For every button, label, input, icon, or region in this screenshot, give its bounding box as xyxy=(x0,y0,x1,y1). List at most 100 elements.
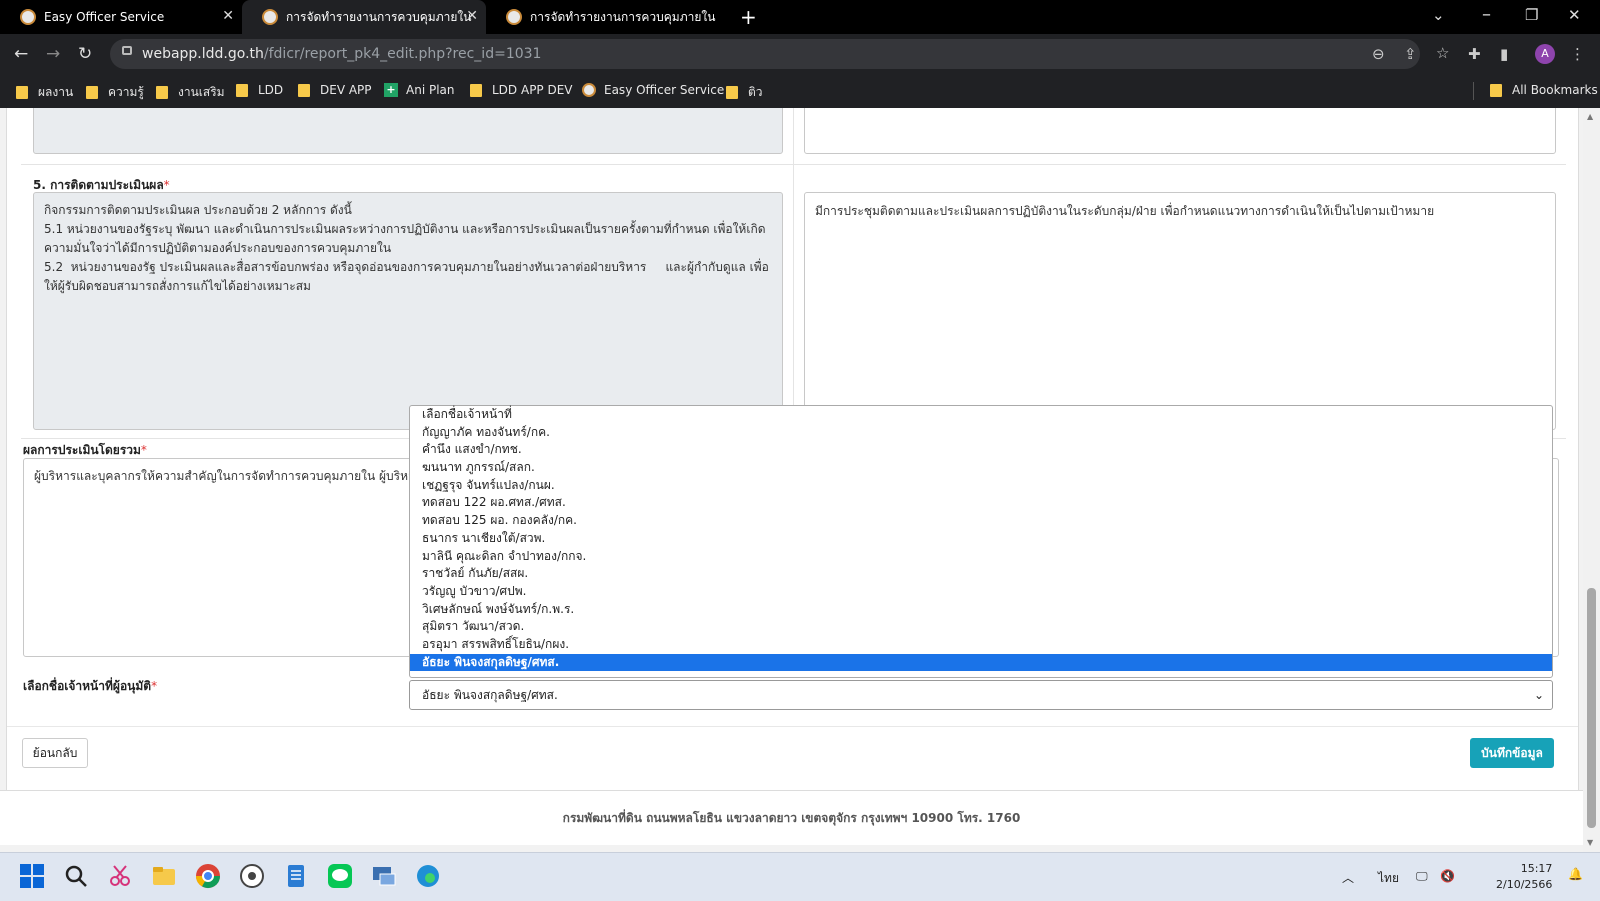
notifications-bell-icon[interactable]: 🔔 xyxy=(1568,867,1583,881)
approver-select[interactable]: อัธยะ พินจงสกุลดิษฐ/ศทส. ⌄ xyxy=(409,680,1553,710)
section5-left-textarea: กิจกรรมการติดตามประเมินผล ประกอบด้วย 2 ห… xyxy=(33,192,783,430)
line-app-icon[interactable] xyxy=(326,862,354,890)
back-button[interactable]: ย้อนกลับ xyxy=(22,738,88,768)
bookmark-link[interactable]: + Ani Plan xyxy=(384,83,455,97)
folder-icon xyxy=(236,83,248,97)
folder-icon xyxy=(1490,83,1502,97)
bookmark-folder[interactable]: DEV APP xyxy=(298,83,372,97)
browser-tab-easy-officer[interactable]: Easy Officer Service ✕ xyxy=(0,0,242,34)
network-icon[interactable]: 🖵 xyxy=(1416,869,1428,884)
approver-option[interactable]: ทดสอบ 122 ผอ.ศทส./ศทส. xyxy=(410,494,1552,512)
scroll-down-icon[interactable]: ▼ xyxy=(1587,838,1593,847)
browser-tab-bar: Easy Officer Service ✕ การจัดทำรายงานการ… xyxy=(0,0,1600,34)
folder-icon xyxy=(298,83,310,97)
page-content: 5. การติดตามประเมินผล* กิจกรรมการติดตามป… xyxy=(0,108,1583,852)
tab-close-icon[interactable]: ✕ xyxy=(222,8,234,24)
all-bookmarks[interactable]: All Bookmarks xyxy=(1490,83,1598,97)
approver-option[interactable]: เชฏฐรุจ จันทร์แปลง/กนผ. xyxy=(410,477,1552,495)
approver-option[interactable]: ทดสอบ 125 ผอ. กองคลัง/กค. xyxy=(410,512,1552,530)
extensions-puzzle-icon[interactable]: ✚ xyxy=(1468,45,1481,63)
section5-right-textarea[interactable]: มีการประชุมติดตามและประเมินผลการปฏิบัติง… xyxy=(804,192,1556,430)
browser-toolbar: ← → ↻ webapp.ldd.go.th/fdicr/report_pk4_… xyxy=(0,34,1600,74)
divider xyxy=(7,726,1578,727)
approver-option[interactable]: ราชวัลย์ กันภัย/สสผ. xyxy=(410,565,1552,583)
address-bar[interactable]: webapp.ldd.go.th/fdicr/report_pk4_edit.p… xyxy=(110,39,1449,69)
edge-icon[interactable] xyxy=(414,862,442,890)
approver-option[interactable]: วิเศษลักษณ์ พงษ์จันทร์/ก.พ.ร. xyxy=(410,601,1552,619)
tab-search-chevron-icon[interactable]: ⌄ xyxy=(1432,6,1445,24)
url-text: webapp.ldd.go.th/fdicr/report_pk4_edit.p… xyxy=(142,46,542,62)
approver-option[interactable]: วรัญญู บัวขาว/ศปพ. xyxy=(410,583,1552,601)
search-icon[interactable] xyxy=(62,862,90,890)
window-close-icon[interactable]: ✕ xyxy=(1568,6,1581,24)
approver-option[interactable]: อรอุมา สรรพสิทธิ์โยธิน/กผง. xyxy=(410,636,1552,654)
section4-left-textarea xyxy=(33,108,783,154)
profile-avatar[interactable]: A xyxy=(1535,44,1555,64)
tab-title: การจัดทำรายงานการควบคุมภายใน xyxy=(530,9,716,24)
chrome-icon[interactable] xyxy=(194,862,222,890)
tab-title: Easy Officer Service xyxy=(44,10,165,24)
zoom-icon[interactable]: ⊖ xyxy=(1372,45,1385,63)
volume-muted-icon[interactable]: 🔇 xyxy=(1440,869,1455,883)
folder-icon xyxy=(470,83,482,97)
approver-option[interactable]: ฆนนาท ภูกรรณ์/สลก. xyxy=(410,459,1552,477)
bookmark-folder[interactable]: LDD xyxy=(236,83,283,97)
tray-chevron-up-icon[interactable]: ︿ xyxy=(1342,869,1354,886)
forward-arrow-icon[interactable]: → xyxy=(46,44,60,64)
folder-icon xyxy=(726,86,738,99)
bookmark-folder[interactable]: ความรู้ xyxy=(86,83,144,102)
approver-option[interactable]: มาลินี คุณะดิลก จำปาทอง/กกจ. xyxy=(410,548,1552,566)
bookmarks-bar: ผลงาน ความรู้ งานเสริม LDD DEV APP + Ani … xyxy=(0,74,1600,109)
page-scrollbar[interactable]: ▲ ▼ xyxy=(1583,108,1600,852)
side-panel-icon[interactable]: ▮ xyxy=(1500,45,1508,63)
approver-dropdown-list: เลือกชื่อเจ้าหน้าที่ กัญญาภัค ทองจันทร์/… xyxy=(409,405,1553,678)
ani-plan-icon: + xyxy=(384,83,398,97)
bookmark-folder[interactable]: ผลงาน xyxy=(16,83,73,102)
site-favicon-icon xyxy=(582,83,596,97)
windows-start-icon[interactable] xyxy=(18,862,46,890)
page-footer: กรมพัฒนาที่ดิน ถนนพหลโยธิน แขวงลาดยาว เข… xyxy=(0,790,1583,845)
restore-icon[interactable]: ❐ xyxy=(1525,6,1538,24)
browser-tab-report-edit[interactable]: การจัดทำรายงานการควบคุมภายใน ✕ xyxy=(242,0,486,34)
bookmark-folder[interactable]: ติว xyxy=(726,83,763,102)
approver-option[interactable]: ธนากร นาเชียงใต้/สวพ. xyxy=(410,530,1552,548)
windows-taskbar: ︿ ไทย 🖵 🔇 15:17 2/10/2566 🔔 xyxy=(0,852,1600,901)
bookmark-link[interactable]: Easy Officer Service xyxy=(582,83,724,97)
remote-desktop-icon[interactable] xyxy=(370,862,398,890)
file-explorer-icon[interactable] xyxy=(150,862,178,890)
approver-option[interactable]: เลือกชื่อเจ้าหน้าที่ xyxy=(410,406,1552,424)
share-icon[interactable]: ⇪ xyxy=(1404,45,1417,63)
snipping-tool-icon[interactable] xyxy=(106,862,134,890)
language-indicator[interactable]: ไทย xyxy=(1378,869,1399,888)
approver-option[interactable]: สุมิตรา วัฒนา/สวด. xyxy=(410,618,1552,636)
app-ball-icon[interactable] xyxy=(238,862,266,890)
taskbar-clock[interactable]: 15:17 2/10/2566 xyxy=(1496,861,1552,893)
approver-option-selected[interactable]: อัธยะ พินจงสกุลดิษฐ/ศทส. xyxy=(410,653,1552,672)
bookmark-folder[interactable]: LDD APP DEV xyxy=(470,83,573,97)
site-favicon-icon xyxy=(262,9,278,25)
menu-dots-icon[interactable]: ⋮ xyxy=(1570,45,1585,63)
site-favicon-icon xyxy=(20,9,36,25)
notepad-icon[interactable] xyxy=(282,862,310,890)
tab-close-icon[interactable]: ✕ xyxy=(466,8,478,24)
reload-icon[interactable]: ↻ xyxy=(78,44,92,64)
folder-icon xyxy=(156,86,168,99)
bookmark-folder[interactable]: งานเสริม xyxy=(156,83,225,102)
approver-option[interactable]: กัญญาภัค ทองจันทร์/กค. xyxy=(410,424,1552,442)
new-tab-icon[interactable]: + xyxy=(740,5,757,29)
site-favicon-icon xyxy=(506,9,522,25)
bookmark-star-icon[interactable]: ☆ xyxy=(1436,44,1449,62)
scrollbar-thumb[interactable] xyxy=(1587,588,1596,828)
section4-right-textarea[interactable] xyxy=(804,108,1556,154)
back-arrow-icon[interactable]: ← xyxy=(14,44,28,64)
folder-icon xyxy=(86,86,98,99)
browser-tab-report[interactable]: การจัดทำรายงานการควบคุมภายใน xyxy=(486,0,726,34)
approver-option[interactable]: คำนึง แสงขำ/กทช. xyxy=(410,441,1552,459)
chevron-down-icon: ⌄ xyxy=(1533,688,1544,702)
minimize-icon[interactable]: – xyxy=(1482,4,1491,25)
save-button[interactable]: บันทึกข้อมูล xyxy=(1470,738,1554,768)
folder-icon xyxy=(16,86,28,99)
scroll-up-icon[interactable]: ▲ xyxy=(1587,112,1593,121)
lock-icon xyxy=(122,46,132,55)
approver-label: เลือกชื่อเจ้าหน้าที่ผู้อนุมัติ* xyxy=(23,679,158,693)
